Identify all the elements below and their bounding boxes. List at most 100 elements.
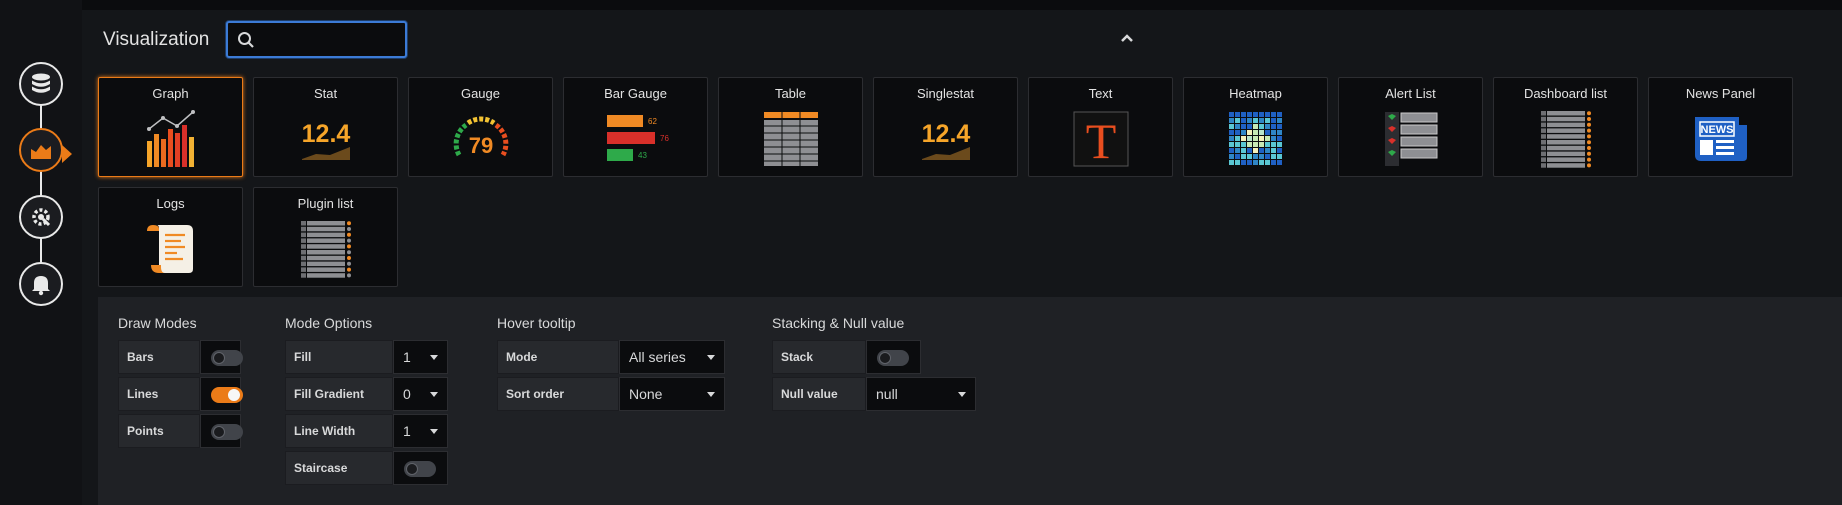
caret-down-icon <box>707 392 715 397</box>
stack-label: Stack <box>772 340 866 374</box>
stat-icon: 12.4 <box>254 104 397 174</box>
tile-label: Logs <box>156 196 185 211</box>
stack-toggle[interactable] <box>866 340 921 374</box>
sort-order-value: None <box>629 386 663 402</box>
caret-down-icon <box>430 392 438 397</box>
text-glyph: T <box>1085 113 1116 167</box>
gauge-icon: 79 <box>409 104 552 174</box>
viz-tile-heatmap[interactable]: Heatmap <box>1183 77 1328 177</box>
fill-row: Fill 1 <box>285 340 448 374</box>
tile-label: Gauge <box>460 86 501 101</box>
caret-down-icon <box>707 355 715 360</box>
line-width-select[interactable]: 1 <box>393 414 448 448</box>
editor-nav-rail <box>0 0 82 505</box>
section-title: Visualization <box>103 29 210 50</box>
news-badge: NEWS <box>1700 124 1733 136</box>
fill-gradient-row: Fill Gradient 0 <box>285 377 448 411</box>
tooltip-mode-label: Mode <box>497 340 619 374</box>
tile-label: Text <box>1088 86 1113 101</box>
graph-options: Draw Modes Bars Lines Points Mode Option… <box>98 297 1842 505</box>
points-label: Points <box>118 414 200 448</box>
line-width-label: Line Width <box>285 414 393 448</box>
lines-toggle[interactable] <box>200 377 243 411</box>
collapse-button[interactable] <box>1117 28 1137 48</box>
text-icon: T <box>1029 104 1172 174</box>
viz-tile-logs[interactable]: Logs <box>98 187 243 287</box>
fill-select[interactable]: 1 <box>393 340 448 374</box>
bar-gauge-icon: 62 76 43 <box>564 104 707 174</box>
chevron-up-icon <box>1121 34 1133 42</box>
staircase-toggle[interactable] <box>393 451 448 485</box>
stacking-title: Stacking & Null value <box>772 315 905 331</box>
bars-row: Bars <box>118 340 243 374</box>
viz-tile-text[interactable]: Text T <box>1028 77 1173 177</box>
viz-tile-gauge[interactable]: Gauge 79 <box>408 77 553 177</box>
stack-row: Stack <box>772 340 921 374</box>
caret-down-icon <box>430 429 438 434</box>
null-value-label: Null value <box>772 377 866 411</box>
graph-icon <box>99 104 242 174</box>
chart-icon <box>31 145 51 159</box>
viz-tile-dashboard-list[interactable]: Dashboard list <box>1493 77 1638 177</box>
alert-list-icon <box>1339 104 1482 174</box>
panel-header: Visualization <box>82 10 1842 64</box>
tooltip-mode-row: Mode All series <box>497 340 725 374</box>
viz-tile-stat[interactable]: Stat 12.4 <box>253 77 398 177</box>
bell-icon <box>32 276 50 296</box>
viz-tile-table[interactable]: Table <box>718 77 863 177</box>
nav-alert-button[interactable] <box>19 262 63 306</box>
line-width-value: 1 <box>403 423 411 439</box>
singlestat-icon: 12.4 <box>874 104 1017 174</box>
nav-queries-button[interactable] <box>19 62 63 106</box>
nav-visualization-button[interactable] <box>19 128 63 172</box>
caret-down-icon <box>430 355 438 360</box>
tile-label: Dashboard list <box>1523 86 1608 101</box>
caret-down-icon <box>958 392 966 397</box>
panel-editor: Visualization Graph Stat 12.4 Gauge 79 B… <box>0 0 1842 505</box>
active-indicator-arrow <box>62 145 72 163</box>
staircase-row: Staircase <box>285 451 448 485</box>
null-value-value: null <box>876 386 898 402</box>
search-icon <box>238 32 254 48</box>
fill-gradient-label: Fill Gradient <box>285 377 393 411</box>
null-value-row: Null value null <box>772 377 976 411</box>
search-input[interactable] <box>226 21 407 58</box>
sort-order-select[interactable]: None <box>619 377 725 411</box>
null-value-select[interactable]: null <box>866 377 976 411</box>
points-toggle[interactable] <box>200 414 243 448</box>
viz-tile-news-panel[interactable]: News Panel NEWS <box>1648 77 1793 177</box>
tile-label: Stat <box>313 86 338 101</box>
tile-label: News Panel <box>1685 86 1756 101</box>
tile-label: Plugin list <box>297 196 354 211</box>
sort-order-row: Sort order None <box>497 377 725 411</box>
stat-value: 12.4 <box>301 120 350 148</box>
fill-value: 1 <box>403 349 411 365</box>
tile-label: Alert List <box>1385 86 1436 101</box>
logs-icon <box>99 214 242 284</box>
tile-label: Singlestat <box>916 86 975 101</box>
lines-row: Lines <box>118 377 243 411</box>
bars-toggle[interactable] <box>200 340 243 374</box>
fill-gradient-select[interactable]: 0 <box>393 377 448 411</box>
lines-label: Lines <box>118 377 200 411</box>
fill-gradient-value: 0 <box>403 386 411 402</box>
tile-label: Bar Gauge <box>604 86 667 101</box>
heatmap-icon <box>1184 104 1327 174</box>
points-row: Points <box>118 414 243 448</box>
viz-tile-plugin-list[interactable]: Plugin list <box>253 187 398 287</box>
tooltip-mode-value: All series <box>629 349 686 365</box>
viz-tile-alert-list[interactable]: Alert List <box>1338 77 1483 177</box>
hover-tooltip-title: Hover tooltip <box>497 315 576 331</box>
tooltip-mode-select[interactable]: All series <box>619 340 725 374</box>
dashboard-list-icon <box>1494 104 1637 174</box>
viz-tile-bar-gauge[interactable]: Bar Gauge 62 76 43 <box>563 77 708 177</box>
nav-general-button[interactable] <box>19 195 63 239</box>
fill-label: Fill <box>285 340 393 374</box>
bar-gauge-value-3: 43 <box>638 151 647 160</box>
viz-tile-graph[interactable]: Graph <box>98 77 243 177</box>
singlestat-value: 12.4 <box>921 120 970 148</box>
table-icon <box>719 104 862 174</box>
tile-label: Heatmap <box>1229 86 1282 101</box>
viz-tile-singlestat[interactable]: Singlestat 12.4 <box>873 77 1018 177</box>
sort-order-label: Sort order <box>497 377 619 411</box>
